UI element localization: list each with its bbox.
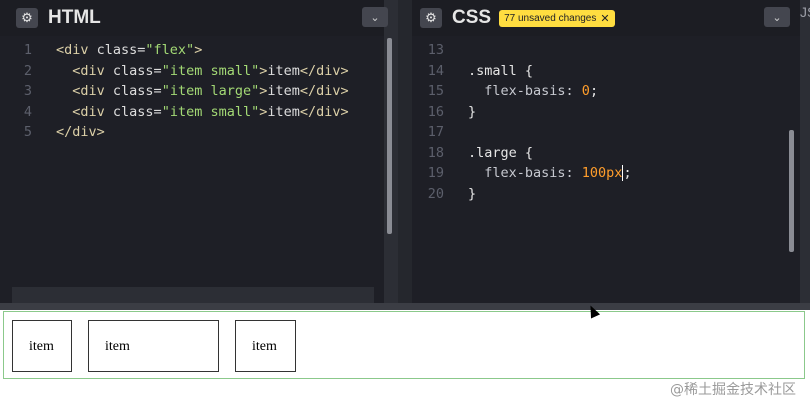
chevron-down-icon[interactable]: ⌄ xyxy=(362,7,388,27)
gear-icon[interactable]: ⚙ xyxy=(420,8,442,28)
code-token: ; xyxy=(589,83,599,99)
html-editor-pane: ⚙ HTML ⌄ 1 <div class="flex"> 2 <div class… xyxy=(0,0,398,303)
css-code-line[interactable]: 14 .small { xyxy=(412,61,800,81)
css-code-line[interactable]: 13 xyxy=(412,40,800,60)
code-token: </div> xyxy=(299,103,349,120)
code-token: item xyxy=(267,83,300,99)
code-token: class= xyxy=(112,62,162,79)
line-number: 14 xyxy=(427,62,444,79)
code-token: 0 xyxy=(581,83,590,99)
code-token: <div xyxy=(56,103,113,120)
js-pane-collapsed[interactable] xyxy=(800,0,810,303)
js-pane-label[interactable]: JS xyxy=(800,4,810,20)
code-token: 100px xyxy=(581,165,623,181)
code-token: flex-basis: xyxy=(468,165,582,181)
line-number: 19 xyxy=(427,165,444,181)
css-pane-header: ⚙ CSS 77 unsaved changes ✕ ⌄ xyxy=(412,0,800,36)
html-code-line[interactable]: 3 <div class="item large">item</div> xyxy=(0,81,384,101)
line-number: 2 xyxy=(23,62,32,79)
html-pane-header: ⚙ HTML ⌄ xyxy=(0,0,388,36)
html-code-line[interactable]: 2 <div class="item small">item</div> xyxy=(0,61,384,81)
css-pane-title: CSS xyxy=(452,7,492,28)
css-code-text: } xyxy=(468,102,476,122)
html-code-line[interactable]: 5 </div> xyxy=(0,122,384,142)
html-pane-title: HTML xyxy=(48,7,101,28)
html-code-text: <div class="item large">item</div> xyxy=(56,81,349,101)
html-horizontal-scrollbar[interactable] xyxy=(12,287,374,303)
css-code-editor[interactable]: 13 14 .small {15 flex-basis: 0; 16} 17 18 .lar… xyxy=(412,36,800,287)
watermark: @稀土掘金技术社区 xyxy=(670,382,796,398)
line-number: 5 xyxy=(23,124,32,140)
code-token: class= xyxy=(96,42,146,58)
chevron-down-icon[interactable]: ⌄ xyxy=(764,7,790,27)
html-code-text: <div class="item small">item</div> xyxy=(56,61,349,81)
css-editor-pane: ⚙ CSS 77 unsaved changes ✕ ⌄ 13 14 .small … xyxy=(412,0,800,303)
css-code-text: .small { xyxy=(468,61,533,81)
code-token: } xyxy=(468,103,477,120)
html-vertical-scrollbar[interactable] xyxy=(387,38,392,234)
code-token: <div xyxy=(56,62,113,79)
css-code-line[interactable]: 20} xyxy=(412,184,800,204)
css-code-line[interactable]: 16} xyxy=(412,102,800,122)
html-code-line[interactable]: 4 <div class="item small">item</div> xyxy=(0,102,384,122)
code-token: <div xyxy=(56,83,113,99)
html-code-text: </div> xyxy=(56,122,105,142)
unsaved-changes-badge[interactable]: 77 unsaved changes ✕ xyxy=(499,9,615,27)
code-token: .small { xyxy=(468,62,534,79)
code-token: item xyxy=(267,62,300,79)
css-code-line[interactable]: 15 flex-basis: 0; xyxy=(412,81,800,101)
css-code-line[interactable]: 19 flex-basis: 100px; xyxy=(412,163,800,183)
code-token: "item small" xyxy=(161,103,260,120)
flex-container: item item item xyxy=(3,311,805,379)
css-code-text: flex-basis: 0; xyxy=(468,81,598,101)
line-number: 16 xyxy=(427,103,444,120)
gear-icon[interactable]: ⚙ xyxy=(16,8,38,28)
code-token: "flex" xyxy=(145,42,195,58)
css-code-line[interactable]: 17 xyxy=(412,122,800,142)
resize-divider[interactable] xyxy=(0,303,810,310)
line-number: 3 xyxy=(23,83,32,99)
code-token: flex-basis: xyxy=(468,83,582,99)
line-number: 1 xyxy=(23,42,32,58)
flex-item-small: item xyxy=(12,320,72,372)
line-number: 4 xyxy=(23,103,32,120)
html-code-text: <div class="item small">item</div> xyxy=(56,102,349,122)
flex-item-small: item xyxy=(235,320,296,372)
css-code-text: .large { xyxy=(468,143,533,163)
line-number: 15 xyxy=(427,83,444,99)
code-token: ; xyxy=(623,165,632,181)
code-token: .large { xyxy=(468,144,534,161)
css-vertical-scrollbar[interactable] xyxy=(789,130,794,252)
html-code-editor[interactable]: 1 <div class="flex"> 2 <div class="item sm… xyxy=(0,36,384,287)
result-preview: item item item @稀土掘金技术社区 xyxy=(0,310,810,409)
css-code-text: flex-basis: 100px; xyxy=(468,163,632,183)
line-number: 13 xyxy=(427,42,444,58)
code-token: </div> xyxy=(56,124,105,140)
editor-area: ⚙ HTML ⌄ 1 <div class="flex"> 2 <div class… xyxy=(0,0,810,303)
css-code-line[interactable]: 18 .large { xyxy=(412,143,800,163)
flex-item-large: item xyxy=(88,320,219,372)
code-token: <div xyxy=(56,42,97,58)
html-code-text: <div class="flex"> xyxy=(56,40,202,60)
code-token: "item large" xyxy=(161,83,260,99)
code-token: class= xyxy=(112,83,162,99)
code-token: > xyxy=(194,42,203,58)
close-icon[interactable]: ✕ xyxy=(600,12,609,25)
code-token: item xyxy=(267,103,300,120)
code-token: class= xyxy=(112,103,162,120)
code-token: </div> xyxy=(299,62,349,79)
css-code-text: } xyxy=(468,184,476,204)
code-token: </div> xyxy=(299,83,349,99)
html-code-line[interactable]: 1 <div class="flex"> xyxy=(0,40,384,60)
line-number: 17 xyxy=(427,124,444,140)
code-token: } xyxy=(468,185,477,202)
code-token: "item small" xyxy=(161,62,260,79)
line-number: 18 xyxy=(427,144,444,161)
line-number: 20 xyxy=(427,185,444,202)
unsaved-changes-label: 77 unsaved changes xyxy=(504,12,597,24)
